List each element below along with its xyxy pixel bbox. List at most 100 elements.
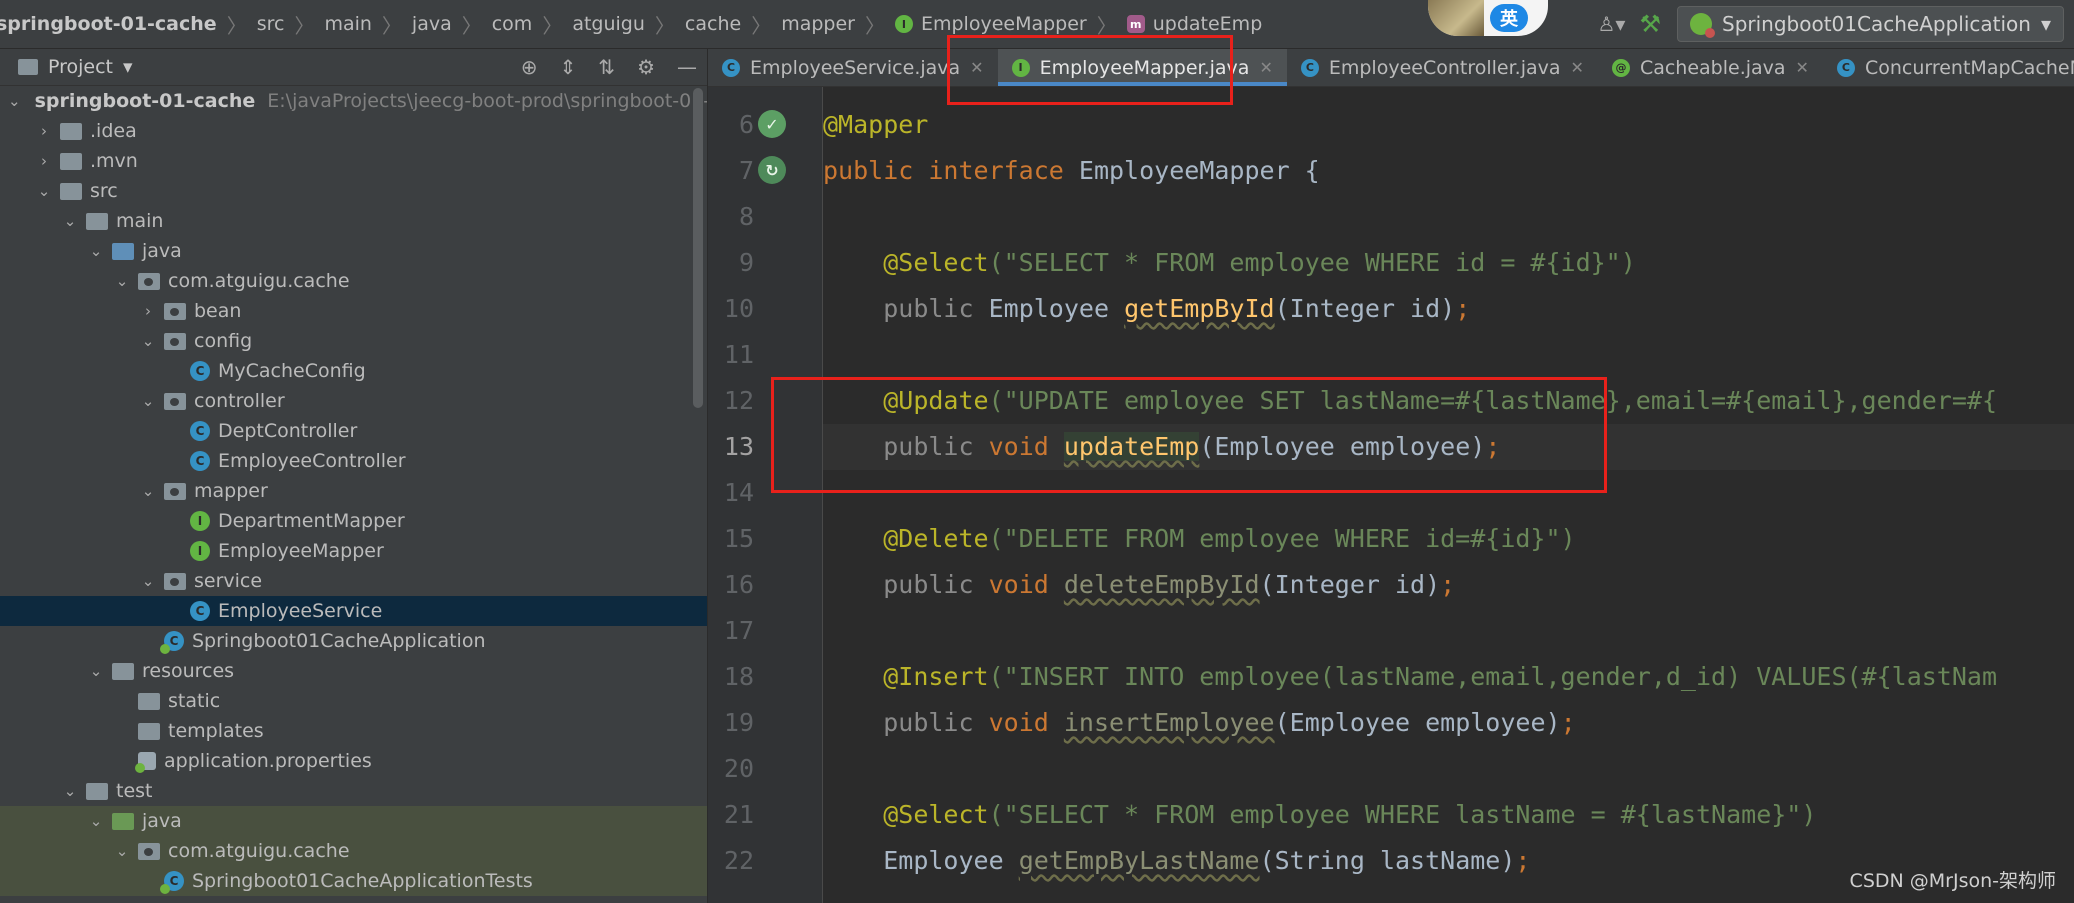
tree-item-java[interactable]: ⌄ java bbox=[0, 236, 707, 266]
chevron-down-icon: ⌄ bbox=[141, 572, 155, 590]
chevron-down-icon: ⌄ bbox=[115, 842, 129, 860]
tree-item-mvn[interactable]: › .mvn bbox=[0, 146, 707, 176]
tree-item-label: config bbox=[194, 330, 253, 352]
close-icon[interactable]: ✕ bbox=[1259, 58, 1272, 77]
tab-concurrentmapcachemanager[interactable]: C ConcurrentMapCacheManager.java bbox=[1823, 49, 2074, 86]
class-icon: C bbox=[1300, 58, 1319, 77]
chevron-down-icon: ⌄ bbox=[37, 182, 51, 200]
code-annotation: @Mapper bbox=[823, 110, 929, 139]
line-number: 11 bbox=[723, 340, 754, 369]
code-editor[interactable]: @Mapper public interface EmployeeMapper … bbox=[823, 87, 2074, 903]
chevron-down-icon: ⌄ bbox=[115, 272, 129, 290]
line-number: 13 bbox=[723, 432, 754, 461]
project-view-selector[interactable]: Project ▾ bbox=[18, 56, 133, 78]
folder-icon bbox=[60, 152, 82, 170]
tree-item-tests-class[interactable]: C Springboot01CacheApplicationTests bbox=[0, 866, 707, 896]
tree-item-label: templates bbox=[168, 720, 264, 742]
chevron-right-icon: 〉 bbox=[226, 13, 247, 38]
tree-item-label: java bbox=[142, 810, 182, 832]
tree-item-label: bean bbox=[194, 300, 242, 322]
highlight-box-tab bbox=[947, 35, 1233, 105]
chevron-down-icon: ⌄ bbox=[8, 92, 21, 110]
run-configuration-label: Springboot01CacheApplication bbox=[1722, 12, 2031, 36]
minimize-icon[interactable]: — bbox=[677, 55, 697, 79]
tree-item-service[interactable]: ⌄ service bbox=[0, 566, 707, 596]
code-method: getEmpByLastName bbox=[1018, 846, 1260, 875]
package-icon bbox=[138, 272, 160, 290]
collapse-all-icon[interactable]: ⇅ bbox=[598, 55, 615, 79]
build-hammer-icon[interactable]: ⚒ bbox=[1639, 10, 1661, 38]
code-keyword: interface bbox=[928, 156, 1064, 185]
tree-item-static[interactable]: static bbox=[0, 686, 707, 716]
tree-item-label: application.properties bbox=[164, 750, 372, 772]
mybatis-mapper-icon[interactable]: ✓ bbox=[758, 110, 786, 138]
code-keyword: void bbox=[988, 708, 1049, 737]
tree-item-test[interactable]: ⌄ test bbox=[0, 776, 707, 806]
tab-cacheable[interactable]: @ Cacheable.java ✕ bbox=[1598, 49, 1823, 86]
breadcrumb-com[interactable]: com bbox=[492, 13, 533, 35]
close-icon[interactable]: ✕ bbox=[1571, 58, 1584, 77]
gear-icon[interactable]: ⚙ bbox=[637, 55, 655, 79]
tree-item-label: EmployeeMapper bbox=[218, 540, 384, 562]
tree-item-employeemapper[interactable]: I EmployeeMapper bbox=[0, 536, 707, 566]
close-icon[interactable]: ✕ bbox=[1796, 58, 1809, 77]
tree-item-bean[interactable]: › bean bbox=[0, 296, 707, 326]
tree-item-src[interactable]: ⌄ src bbox=[0, 176, 707, 206]
tree-item-idea[interactable]: › .idea bbox=[0, 116, 707, 146]
breadcrumb-project[interactable]: springboot-01-cache bbox=[0, 13, 217, 35]
line-number: 14 bbox=[723, 478, 754, 507]
chevron-right-icon: 〉 bbox=[864, 13, 885, 38]
chevron-right-icon: 〉 bbox=[751, 13, 772, 38]
locate-icon[interactable]: ⊕ bbox=[521, 55, 538, 79]
breadcrumb-file[interactable]: I EmployeeMapper bbox=[894, 13, 1087, 35]
breadcrumb-main[interactable]: main bbox=[324, 13, 371, 35]
line-number: 16 bbox=[723, 570, 754, 599]
tree-item-mapper[interactable]: ⌄ mapper bbox=[0, 476, 707, 506]
tree-item-deptcontroller[interactable]: C DeptController bbox=[0, 416, 707, 446]
class-icon: C bbox=[190, 361, 210, 381]
breadcrumb-atguigu[interactable]: atguigu bbox=[572, 13, 645, 35]
tree-item-templates[interactable]: templates bbox=[0, 716, 707, 746]
tab-employeecontroller[interactable]: C EmployeeController.java ✕ bbox=[1287, 49, 1598, 86]
tree-item-package[interactable]: ⌄ com.atguigu.cache bbox=[0, 266, 707, 296]
tree-item-controller[interactable]: ⌄ controller bbox=[0, 386, 707, 416]
breadcrumb-cache[interactable]: cache bbox=[685, 13, 741, 35]
tree-item-departmentmapper[interactable]: I DepartmentMapper bbox=[0, 506, 707, 536]
tree-item-config[interactable]: ⌄ config bbox=[0, 326, 707, 356]
code-type: Employee bbox=[988, 294, 1110, 323]
tree-item-employeeservice[interactable]: C EmployeeService bbox=[0, 596, 707, 626]
expand-all-icon[interactable]: ⇕ bbox=[560, 55, 577, 79]
user-icon[interactable]: ♙▾ bbox=[1597, 11, 1625, 37]
project-tree-scrollbar[interactable] bbox=[693, 88, 703, 408]
properties-file-icon bbox=[135, 752, 156, 773]
ime-indicator[interactable]: 英 bbox=[1490, 4, 1528, 32]
breadcrumb-mapper[interactable]: mapper bbox=[781, 13, 855, 35]
tree-item-main[interactable]: ⌄ main bbox=[0, 206, 707, 236]
tree-item-test-package[interactable]: ⌄ com.atguigu.cache bbox=[0, 836, 707, 866]
class-icon: C bbox=[190, 601, 210, 621]
tree-item-mycacheconfig[interactable]: C MyCacheConfig bbox=[0, 356, 707, 386]
chevron-down-icon: ⌄ bbox=[63, 212, 77, 230]
run-configuration-select[interactable]: Springboot01CacheApplication ▾ bbox=[1677, 6, 2064, 42]
tree-item-employeecontroller[interactable]: C EmployeeController bbox=[0, 446, 707, 476]
breadcrumb-file-label: EmployeeMapper bbox=[920, 13, 1087, 35]
breadcrumb-java[interactable]: java bbox=[412, 13, 452, 35]
avatar[interactable]: 英 bbox=[1428, 0, 1548, 36]
tree-item-test-java[interactable]: ⌄ java bbox=[0, 806, 707, 836]
breadcrumb-src[interactable]: src bbox=[257, 13, 285, 35]
tree-item-application-properties[interactable]: application.properties bbox=[0, 746, 707, 776]
tree-item-label: main bbox=[116, 210, 164, 232]
chevron-down-icon: ▾ bbox=[2040, 12, 2051, 36]
chevron-down-icon: ⌄ bbox=[141, 332, 155, 350]
interface-icon: I bbox=[894, 15, 913, 33]
code-method: insertEmployee bbox=[1063, 708, 1275, 737]
code-semicolon: ; bbox=[1455, 294, 1471, 323]
breadcrumb-method[interactable]: m updateEmp bbox=[1126, 13, 1262, 35]
tree-item-resources[interactable]: ⌄ resources bbox=[0, 656, 707, 686]
tree-item-application[interactable]: C Springboot01CacheApplication bbox=[0, 626, 707, 656]
spring-bean-icon[interactable]: ↻ bbox=[758, 156, 786, 184]
tab-label: EmployeeService.java bbox=[750, 56, 961, 79]
tree-item-project-root[interactable]: ⌄ springboot-01-cache E:\javaProjects\jeec… bbox=[0, 86, 707, 116]
package-icon bbox=[164, 332, 186, 350]
tree-item-label: EmployeeService bbox=[218, 600, 383, 622]
